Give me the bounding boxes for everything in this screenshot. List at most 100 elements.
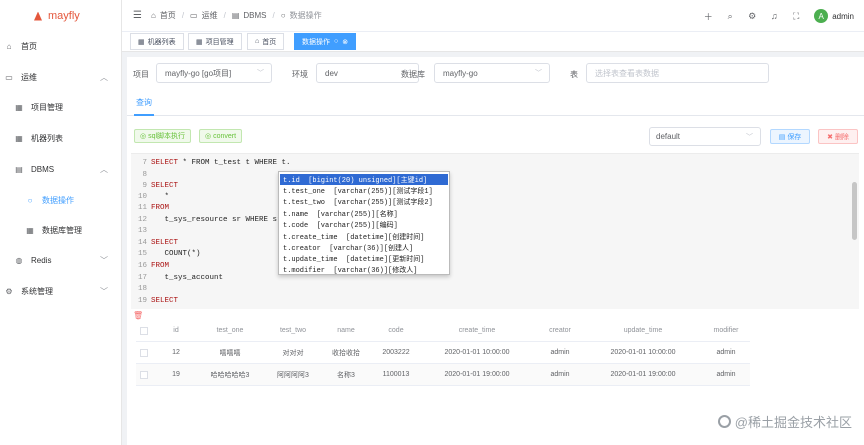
sidebar-item-db-manage[interactable]: ▦ 数据库管理 xyxy=(0,216,122,244)
tab-query[interactable]: 查询 xyxy=(136,97,152,108)
tag-label: 首页 xyxy=(262,38,277,46)
editor-scrollbar[interactable] xyxy=(852,182,857,240)
code-line: 16 FROM xyxy=(131,260,169,271)
autocomplete-item[interactable]: t.code [varchar(255)][编码] xyxy=(280,219,448,230)
code-text: t_sys_account xyxy=(151,273,224,282)
table-cell: admin xyxy=(550,371,570,378)
menu-toggle-icon[interactable]: ☰ xyxy=(133,10,142,21)
home-icon: ⌂ xyxy=(255,38,260,45)
table-header-row: id test_one test_two name code create_ti… xyxy=(136,320,750,342)
tag-machine-list[interactable]: ▦ 机器列表 xyxy=(130,33,184,50)
table-row[interactable]: 19 哈哈哈哈哈3 阿阿阿阿3 名称3 1100013 2020-01-01 1… xyxy=(136,364,750,386)
keyword: FROM xyxy=(151,261,170,270)
trash-icon[interactable]: 🗑 xyxy=(133,311,143,320)
username[interactable]: admin xyxy=(832,12,854,21)
autocomplete-item[interactable]: t.name [varchar(255)][名称] xyxy=(280,208,448,219)
column-header[interactable]: update_time xyxy=(598,327,688,334)
sidebar: mayfly ⌂ 首页 ▭ 运维 ︿ ▦ 项目管理 ▦ 机器列表 ▤ DBMS … xyxy=(0,0,122,445)
tab-divider xyxy=(127,115,864,116)
app-logo[interactable]: mayfly xyxy=(0,0,121,32)
sidebar-item-ops[interactable]: ▭ 运维 ︿ xyxy=(0,63,122,91)
table-cell: admin xyxy=(550,349,570,356)
watermark-text: @稀土掘金技术社区 xyxy=(734,415,852,430)
code-line: 9 SELECT xyxy=(131,180,178,191)
table-row[interactable]: 12 嘻嘻嘻 对对对 收拾收拾 2003222 2020-01-01 10:00… xyxy=(136,342,750,364)
sidebar-item-label: 系统管理 xyxy=(21,286,53,296)
grid-icon: ▦ xyxy=(26,225,34,235)
select-all-checkbox[interactable] xyxy=(140,326,148,335)
code-text: t_sys_resource sr WHERE sr. xyxy=(151,215,287,224)
column-header[interactable]: name xyxy=(328,327,364,334)
database-select[interactable]: mayfly-go ﹀ xyxy=(434,63,550,83)
sidebar-item-label: 数据操作 xyxy=(42,195,74,205)
table-cell: 名称3 xyxy=(337,371,355,379)
avatar[interactable]: A xyxy=(814,9,829,23)
code-line: 19 SELECT xyxy=(131,295,178,306)
column-header[interactable]: create_time xyxy=(432,327,522,334)
breadcrumb-item[interactable]: 首页 xyxy=(160,10,176,21)
tag-project-manage[interactable]: ▦ 项目管理 xyxy=(188,33,242,50)
chevron-up-icon: ︿ xyxy=(100,164,108,174)
sidebar-item-label: 运维 xyxy=(21,72,37,82)
sidebar-item-redis[interactable]: ◍ Redis ﹀ xyxy=(0,246,122,274)
line-number: 19 xyxy=(137,296,147,305)
delete-button[interactable]: ✖ 删除 xyxy=(818,129,858,144)
breadcrumb-item[interactable]: 运维 xyxy=(202,10,218,21)
autocomplete-item[interactable]: t.update_time [datetime][更新时间] xyxy=(280,253,448,264)
gear-icon[interactable]: ⚙ xyxy=(746,11,758,22)
breadcrumb: ⌂ 首页 / ▭ 运维 / ▤ DBMS / ○ 数据操作 xyxy=(151,10,322,21)
autocomplete-item[interactable]: t.creator [varchar(36)][创建人] xyxy=(280,242,448,253)
watermark: @稀土掘金技术社区 xyxy=(717,412,852,431)
column-header[interactable]: test_one xyxy=(200,327,260,334)
autocomplete-item[interactable]: t.modifier [varchar(36)][修改人] xyxy=(280,264,448,275)
table-cell: 1100013 xyxy=(382,371,410,378)
autocomplete-popup: t.id [bigint(20) unsigned][主键id] t.test_… xyxy=(278,171,450,275)
autocomplete-item[interactable]: t.create_time [datetime][创建时间] xyxy=(280,231,448,242)
row-checkbox[interactable] xyxy=(140,370,148,379)
close-icon[interactable]: ⊗ xyxy=(342,38,348,46)
column-header[interactable]: creator xyxy=(536,327,584,334)
tag-data-ops[interactable]: 数据操作 ○ ⊗ xyxy=(294,33,357,50)
convert-button[interactable]: ◎ convert xyxy=(199,129,243,143)
row-checkbox[interactable] xyxy=(140,348,148,357)
plus-icon[interactable]: ＋ xyxy=(702,10,714,23)
gear-icon: ⚙ xyxy=(5,286,13,296)
tag-home[interactable]: ⌂ 首页 xyxy=(247,33,285,50)
table-cell: 2020-01-01 10:00:00 xyxy=(610,349,676,356)
sidebar-item-home[interactable]: ⌂ 首页 xyxy=(0,32,122,60)
save-button[interactable]: ▤ 保存 xyxy=(770,129,810,144)
sidebar-item-projects[interactable]: ▦ 项目管理 xyxy=(0,93,122,121)
tab-active-indicator xyxy=(134,114,154,116)
search-icon[interactable]: ⌕ xyxy=(724,11,736,22)
code-line: 17 t_sys_account xyxy=(131,272,223,283)
autocomplete-item[interactable]: t.test_two [varchar(255)][测试字段2] xyxy=(280,196,448,207)
table-select[interactable]: 选择表查看表数据 xyxy=(586,63,769,83)
fullscreen-icon[interactable]: ⛶ xyxy=(790,11,802,22)
breadcrumb-item[interactable]: DBMS xyxy=(243,11,266,20)
run-sql-button[interactable]: ◎ sql脚本执行 xyxy=(134,129,192,143)
project-select[interactable]: mayfly-go [go项目] ﹀ xyxy=(156,63,272,83)
column-header[interactable]: code xyxy=(374,327,418,334)
autocomplete-item[interactable]: t.test_one [varchar(255)][测试字段1] xyxy=(280,185,448,196)
grid-icon: ▦ xyxy=(138,38,145,46)
tag-label: 机器列表 xyxy=(147,38,176,46)
sidebar-item-dbms[interactable]: ▤ DBMS ︿ xyxy=(0,155,122,183)
bell-icon[interactable]: ♫ xyxy=(768,11,780,21)
sql-editor[interactable]: 7 SELECT * FROM t_test t WHERE t. 8 9 SELE… xyxy=(131,153,859,309)
saved-sql-select[interactable]: default ﹀ xyxy=(649,127,761,146)
run-sql-label: sql脚本执行 xyxy=(148,133,186,140)
column-header[interactable]: modifier xyxy=(702,327,750,334)
line-number: 15 xyxy=(137,249,147,258)
table-cell: admin xyxy=(716,371,736,378)
column-header[interactable]: test_two xyxy=(269,327,317,334)
autocomplete-item[interactable]: t.id [bigint(20) unsigned][主键id] xyxy=(280,174,448,185)
column-header[interactable]: id xyxy=(166,327,186,334)
logo-icon xyxy=(34,11,42,21)
table-cell: 12 xyxy=(172,349,180,356)
chevron-down-icon: ﹀ xyxy=(746,133,753,141)
code-line: 10 * xyxy=(131,191,169,202)
sidebar-item-label: Redis xyxy=(31,255,52,265)
sidebar-item-data-ops[interactable]: ○ 数据操作 xyxy=(0,186,122,214)
sidebar-item-machines[interactable]: ▦ 机器列表 xyxy=(0,124,122,152)
sidebar-item-system[interactable]: ⚙ 系统管理 ﹀ xyxy=(0,277,122,305)
